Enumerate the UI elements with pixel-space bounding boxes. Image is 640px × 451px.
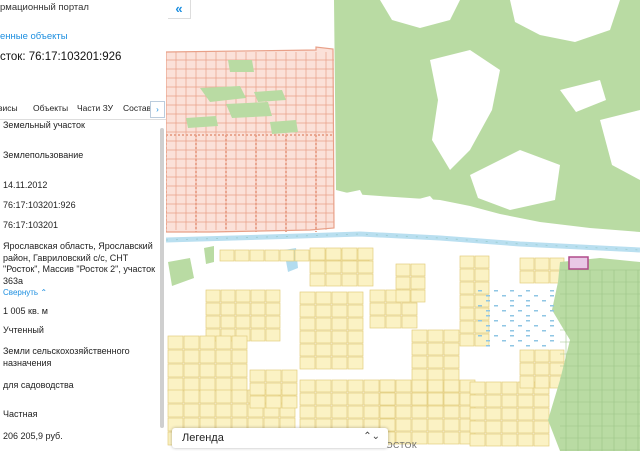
tab-objects[interactable]: Объекты — [33, 103, 68, 113]
field-category: Земли сельскохозяйственного назначения — [3, 346, 130, 368]
tab-services[interactable]: висы — [0, 103, 18, 113]
selected-parcel[interactable] — [568, 256, 589, 270]
field-object-type: Земельный участок — [3, 120, 85, 130]
field-area: 1 005 кв. м — [3, 306, 48, 316]
field-subtype: Землепользование — [3, 150, 84, 160]
cadastral-block[interactable] — [165, 46, 335, 233]
collapse-label: Свернуть — [3, 288, 39, 297]
tab-parts[interactable]: Части ЗУ — [77, 103, 113, 113]
field-address: Ярославская область, Ярославский район, … — [3, 241, 156, 286]
field-cad-quarter: 76:17:103201 — [3, 220, 59, 230]
field-ownership: Частная — [3, 409, 38, 419]
field-cad-number: 76:17:103201:926 — [3, 200, 76, 210]
field-cad-value: 206 205,9 руб. — [3, 431, 63, 441]
tab-bar: висы Объекты Части ЗУ Состав › — [0, 99, 166, 120]
collapse-link[interactable]: Свернуть ⌃ — [3, 288, 47, 297]
selected-objects-link[interactable]: енные объекты — [0, 31, 68, 43]
tab-composition[interactable]: Состав — [123, 103, 151, 113]
chevron-updown-icon: ⌃⌄ — [363, 431, 380, 442]
portal-title: рмационный портал — [0, 2, 89, 13]
collapse-panel-button[interactable]: « — [168, 0, 191, 19]
field-status: Учтенный — [3, 325, 44, 335]
legend-label: Легенда — [182, 432, 224, 444]
info-panel: рмационный портал енные объекты сток: 76… — [0, 0, 166, 451]
field-permitted-use: для садоводства — [3, 380, 74, 390]
chevron-up-icon: ⌃ — [40, 288, 48, 297]
tabs-next-button[interactable]: › — [150, 101, 165, 118]
parcel-title: сток: 76:17:103201:926 — [0, 51, 122, 63]
legend-dropdown[interactable]: Легенда ⌃⌄ — [172, 428, 388, 448]
panel-scrollbar[interactable] — [160, 128, 164, 428]
field-date: 14.11.2012 — [3, 180, 48, 190]
